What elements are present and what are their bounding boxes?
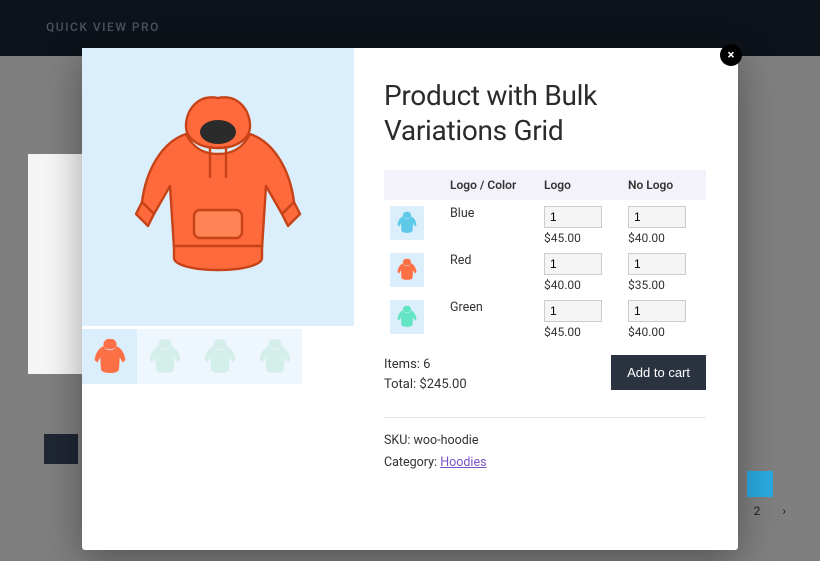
background-dark-button xyxy=(44,434,78,464)
main-product-image xyxy=(82,48,354,326)
variations-grid: Logo / Color Logo No Logo Blue $45.00 $40.… xyxy=(384,170,706,341)
thumbnail-3[interactable] xyxy=(247,329,302,384)
variation-cell: $45.00 xyxy=(538,200,622,247)
brand-text: QUICK VIEW PRO xyxy=(46,20,160,34)
row-label: Green xyxy=(444,294,538,341)
quantity-input[interactable] xyxy=(544,253,602,275)
product-title: Product with Bulk Variations Grid xyxy=(384,78,706,148)
row-label: Red xyxy=(444,247,538,294)
category-link[interactable]: Hoodies xyxy=(440,455,486,470)
variation-price: $45.00 xyxy=(544,231,616,245)
quick-view-modal: × Product with Bulk Variations Grid xyxy=(82,48,738,550)
grid-header-blank xyxy=(384,170,444,200)
variation-cell: $35.00 xyxy=(622,247,706,294)
add-to-cart-button[interactable]: Add to cart xyxy=(611,355,706,390)
grid-header-col-1: No Logo xyxy=(622,170,706,200)
quantity-input[interactable] xyxy=(544,206,602,228)
swatch-icon xyxy=(390,300,424,334)
row-swatch xyxy=(384,247,444,294)
product-details: Product with Bulk Variations Grid Logo /… xyxy=(354,48,738,550)
table-row: Green $45.00 $40.00 xyxy=(384,294,706,341)
thumbnail-1[interactable] xyxy=(137,329,192,384)
meta-divider xyxy=(384,417,706,418)
row-label: Blue xyxy=(444,200,538,247)
grid-header-col-0: Logo xyxy=(538,170,622,200)
summary-row: Items: 6 Total: $245.00 Add to cart xyxy=(384,355,706,395)
variation-cell: $45.00 xyxy=(538,294,622,341)
gallery xyxy=(82,48,354,550)
hoodie-illustration xyxy=(118,82,318,292)
quantity-input[interactable] xyxy=(628,300,686,322)
product-meta: SKU: woo-hoodie Category: Hoodies xyxy=(384,430,706,473)
thumbnail-strip xyxy=(82,329,354,384)
page-number-2[interactable]: 2 xyxy=(754,504,761,518)
close-icon[interactable]: × xyxy=(720,44,742,66)
cart-summary: Items: 6 Total: $245.00 xyxy=(384,355,467,395)
table-row: Red $40.00 $35.00 xyxy=(384,247,706,294)
row-swatch xyxy=(384,200,444,247)
swatch-icon xyxy=(390,253,424,287)
variation-cell: $40.00 xyxy=(622,200,706,247)
row-swatch xyxy=(384,294,444,341)
quantity-input[interactable] xyxy=(628,206,686,228)
cart-total: Total: $245.00 xyxy=(384,375,467,395)
variation-price: $40.00 xyxy=(628,325,700,339)
swatch-icon xyxy=(390,206,424,240)
category-label: Category: xyxy=(384,455,440,470)
variation-price: $35.00 xyxy=(628,278,700,292)
sku-label: SKU: xyxy=(384,433,414,448)
page-next-arrow[interactable]: › xyxy=(782,504,786,518)
variation-cell: $40.00 xyxy=(538,247,622,294)
variation-price: $45.00 xyxy=(544,325,616,339)
background-blue-button xyxy=(747,471,773,497)
quantity-input[interactable] xyxy=(628,253,686,275)
thumbnail-2[interactable] xyxy=(192,329,247,384)
table-row: Blue $45.00 $40.00 xyxy=(384,200,706,247)
variation-cell: $40.00 xyxy=(622,294,706,341)
items-count: Items: 6 xyxy=(384,355,467,375)
grid-header-attr: Logo / Color xyxy=(444,170,538,200)
sku-value: woo-hoodie xyxy=(414,433,479,448)
variation-price: $40.00 xyxy=(544,278,616,292)
quantity-input[interactable] xyxy=(544,300,602,322)
variation-price: $40.00 xyxy=(628,231,700,245)
thumbnail-0[interactable] xyxy=(82,329,137,384)
